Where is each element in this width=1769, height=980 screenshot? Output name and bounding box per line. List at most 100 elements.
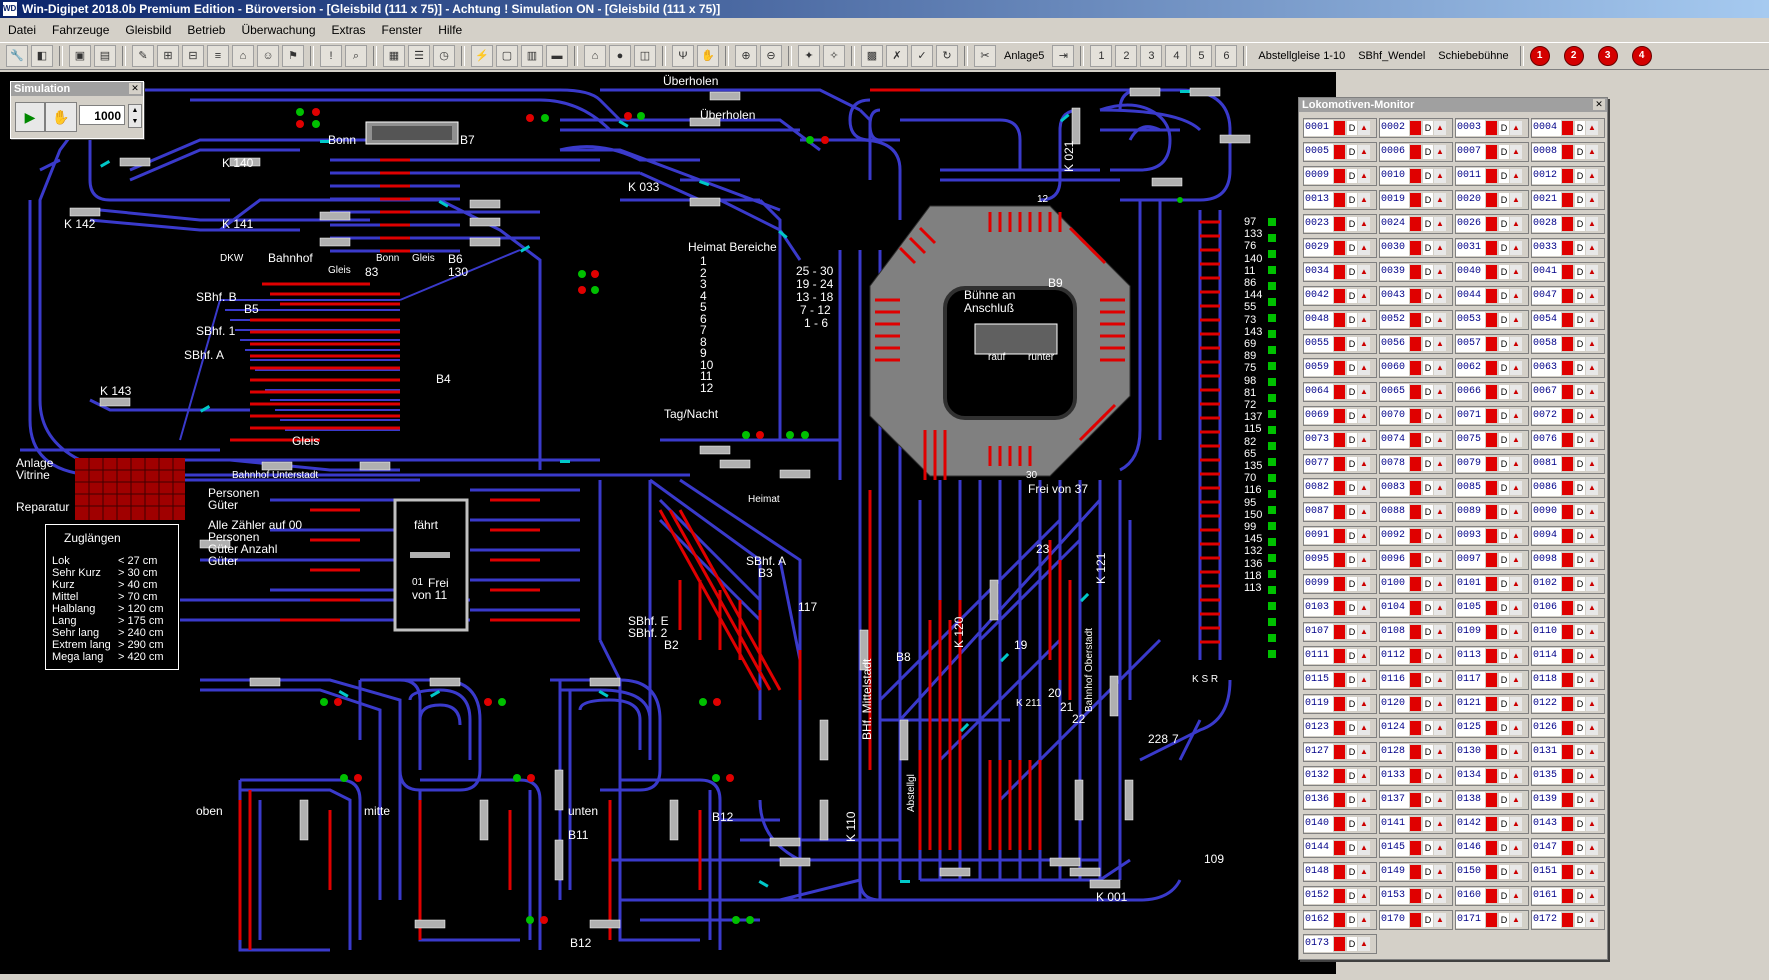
- loco-arrow-icon[interactable]: ▲: [1510, 673, 1522, 687]
- loco-cell[interactable]: 0063 D ▲: [1531, 358, 1605, 378]
- loco-cell[interactable]: 0126 D ▲: [1531, 718, 1605, 738]
- loco-number[interactable]: 0153: [1380, 888, 1409, 904]
- loco-direction-icon[interactable]: D: [1499, 553, 1509, 567]
- loco-arrow-icon[interactable]: ▲: [1510, 241, 1522, 255]
- loco-direction-icon[interactable]: D: [1575, 385, 1585, 399]
- loco-number[interactable]: 0138: [1456, 792, 1485, 808]
- loco-arrow-icon[interactable]: ▲: [1586, 169, 1598, 183]
- loco-arrow-icon[interactable]: ▲: [1510, 913, 1522, 927]
- loco-arrow-icon[interactable]: ▲: [1358, 817, 1370, 831]
- loco-number[interactable]: 0029: [1304, 240, 1333, 256]
- loco-arrow-icon[interactable]: ▲: [1510, 217, 1522, 231]
- loco-direction-icon[interactable]: D: [1499, 169, 1509, 183]
- loco-direction-icon[interactable]: D: [1347, 433, 1357, 447]
- loco-direction-icon[interactable]: D: [1347, 241, 1357, 255]
- loco-cell[interactable]: 0024 D ▲: [1379, 214, 1453, 234]
- loco-number[interactable]: 0100: [1380, 576, 1409, 592]
- loco-arrow-icon[interactable]: ▲: [1586, 577, 1598, 591]
- loco-direction-icon[interactable]: D: [1423, 409, 1433, 423]
- loco-direction-icon[interactable]: D: [1423, 241, 1433, 255]
- loco-number[interactable]: 0089: [1456, 504, 1485, 520]
- loco-cell[interactable]: 0010 D ▲: [1379, 166, 1453, 186]
- loco-direction-icon[interactable]: D: [1423, 625, 1433, 639]
- loco-number[interactable]: 0115: [1304, 672, 1333, 688]
- loco-number[interactable]: 0119: [1304, 696, 1333, 712]
- loco-direction-icon[interactable]: D: [1575, 337, 1585, 351]
- loco-number[interactable]: 0148: [1304, 864, 1333, 880]
- loco-number[interactable]: 0172: [1532, 912, 1561, 928]
- loco-cell[interactable]: 0108 D ▲: [1379, 622, 1453, 642]
- loco-cell[interactable]: 0091 D ▲: [1303, 526, 1377, 546]
- loco-cell[interactable]: 0082 D ▲: [1303, 478, 1377, 498]
- loco-cell[interactable]: 0160 D ▲: [1455, 886, 1529, 906]
- loco-direction-icon[interactable]: D: [1423, 169, 1433, 183]
- turntable[interactable]: [869, 205, 1131, 477]
- loco-number[interactable]: 0117: [1456, 672, 1485, 688]
- loco-arrow-icon[interactable]: ▲: [1586, 721, 1598, 735]
- loco-direction-icon[interactable]: D: [1575, 553, 1585, 567]
- loco-cell[interactable]: 0056 D ▲: [1379, 334, 1453, 354]
- loco-number[interactable]: 0123: [1304, 720, 1333, 736]
- loco-cell[interactable]: 0148 D ▲: [1303, 862, 1377, 882]
- menu-betrieb[interactable]: Betrieb: [179, 23, 233, 37]
- loco-number[interactable]: 0023: [1304, 216, 1333, 232]
- loco-cell[interactable]: 0096 D ▲: [1379, 550, 1453, 570]
- loco-cell[interactable]: 0086 D ▲: [1531, 478, 1605, 498]
- loco-direction-icon[interactable]: D: [1347, 865, 1357, 879]
- loco-cell[interactable]: 0081 D ▲: [1531, 454, 1605, 474]
- loco-direction-icon[interactable]: D: [1499, 889, 1509, 903]
- loco-cell[interactable]: 0057 D ▲: [1455, 334, 1529, 354]
- grid-icon[interactable]: ▥: [521, 45, 543, 67]
- loco-arrow-icon[interactable]: ▲: [1510, 289, 1522, 303]
- loco-cell[interactable]: 0067 D ▲: [1531, 382, 1605, 402]
- loco-direction-icon[interactable]: D: [1575, 529, 1585, 543]
- loco-direction-icon[interactable]: D: [1347, 721, 1357, 735]
- loco-cell[interactable]: 0131 D ▲: [1531, 742, 1605, 762]
- loco-number[interactable]: 0034: [1304, 264, 1333, 280]
- loco-cell[interactable]: 0012 D ▲: [1531, 166, 1605, 186]
- loco-arrow-icon[interactable]: ▲: [1434, 865, 1446, 879]
- loco-arrow-icon[interactable]: ▲: [1586, 553, 1598, 567]
- loco-number[interactable]: 0019: [1380, 192, 1409, 208]
- loco-number[interactable]: 0136: [1304, 792, 1333, 808]
- loco-cell[interactable]: 0077 D ▲: [1303, 454, 1377, 474]
- loco-arrow-icon[interactable]: ▲: [1434, 265, 1446, 279]
- stop-2-button[interactable]: 2: [1563, 46, 1584, 66]
- loco-number[interactable]: 0171: [1456, 912, 1485, 928]
- loco-arrow-icon[interactable]: ▲: [1510, 409, 1522, 423]
- loco-arrow-icon[interactable]: ▲: [1586, 793, 1598, 807]
- menu-fenster[interactable]: Fenster: [374, 23, 431, 37]
- loco-direction-icon[interactable]: D: [1575, 241, 1585, 255]
- loco-arrow-icon[interactable]: ▲: [1510, 745, 1522, 759]
- loco-arrow-icon[interactable]: ▲: [1434, 385, 1446, 399]
- loco-number[interactable]: 0146: [1456, 840, 1485, 856]
- profile-3-icon[interactable]: 3: [1140, 45, 1163, 67]
- loco-number[interactable]: 0132: [1304, 768, 1333, 784]
- loco-arrow-icon[interactable]: ▲: [1434, 217, 1446, 231]
- loco-number[interactable]: 0150: [1456, 864, 1485, 880]
- loco-cell[interactable]: 0005 D ▲: [1303, 142, 1377, 162]
- loco-direction-icon[interactable]: D: [1347, 121, 1357, 135]
- loco-arrow-icon[interactable]: ▲: [1586, 601, 1598, 615]
- loco-direction-icon[interactable]: D: [1575, 769, 1585, 783]
- loco-arrow-icon[interactable]: ▲: [1510, 145, 1522, 159]
- menu-fahrzeuge[interactable]: Fahrzeuge: [44, 23, 117, 37]
- loco-direction-icon[interactable]: D: [1499, 601, 1509, 615]
- loco-number[interactable]: 0010: [1380, 168, 1409, 184]
- loco-direction-icon[interactable]: D: [1423, 481, 1433, 495]
- loco-cell[interactable]: 0115 D ▲: [1303, 670, 1377, 690]
- loco-direction-icon[interactable]: D: [1423, 817, 1433, 831]
- loco-arrow-icon[interactable]: ▲: [1358, 745, 1370, 759]
- loco-number[interactable]: 0030: [1380, 240, 1409, 256]
- loco-arrow-icon[interactable]: ▲: [1434, 529, 1446, 543]
- loco-cell[interactable]: 0002 D ▲: [1379, 118, 1453, 138]
- loco-direction-icon[interactable]: D: [1347, 529, 1357, 543]
- loco-number[interactable]: 0003: [1456, 120, 1485, 136]
- label-rauf[interactable]: rauf: [988, 352, 1005, 363]
- loco-number[interactable]: 0057: [1456, 336, 1485, 352]
- loco-number[interactable]: 0147: [1532, 840, 1561, 856]
- loco-number[interactable]: 0135: [1532, 768, 1561, 784]
- loco-cell[interactable]: 0145 D ▲: [1379, 838, 1453, 858]
- profile-6-icon[interactable]: 6: [1215, 45, 1238, 67]
- loco-direction-icon[interactable]: D: [1499, 361, 1509, 375]
